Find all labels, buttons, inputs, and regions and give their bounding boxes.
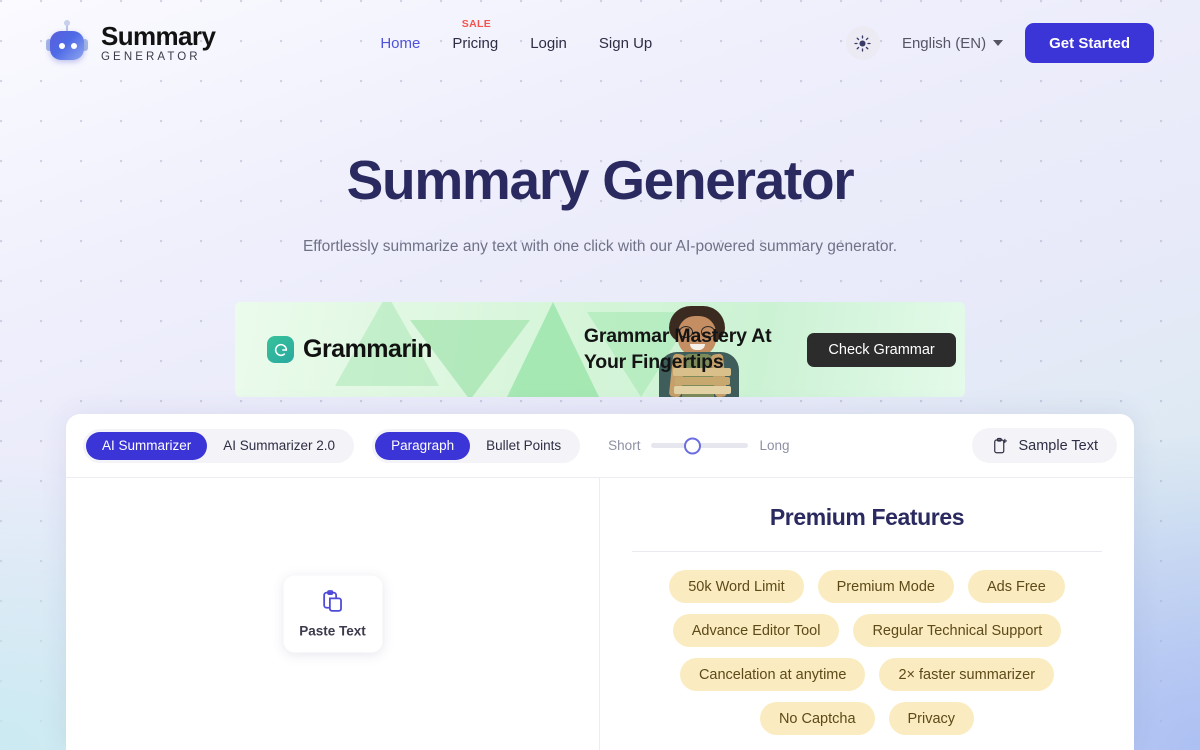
grammarin-ad-banner[interactable]: Grammarin Grammar Mastery At Your Finger… (235, 302, 965, 397)
nav-item-pricing-label: Pricing (452, 34, 499, 52)
brand-name: Summary (101, 20, 216, 51)
nav-item-home[interactable]: Home (380, 35, 420, 52)
feature-pill[interactable]: Regular Technical Support (853, 614, 1062, 647)
get-started-button[interactable]: Get Started (1025, 23, 1154, 63)
brand-subtitle: GENERATOR (101, 50, 201, 63)
paste-text-button[interactable]: Paste Text (283, 575, 382, 653)
language-selector[interactable]: English (EN) (901, 34, 1004, 52)
format-tab-group: Paragraph Bullet Points (372, 428, 581, 463)
feature-pill[interactable]: Ads Free (967, 570, 1065, 603)
length-slider[interactable]: Short Long (608, 437, 790, 454)
nav-item-login[interactable]: Login (530, 35, 567, 52)
header-actions: English (EN) Get Started (845, 23, 1154, 63)
nav-item-signup[interactable]: Sign Up (599, 35, 652, 52)
page-title: Summary Generator (346, 149, 855, 211)
grammarin-brand-name: Grammarin (303, 335, 432, 363)
ad-headline-line1: Grammar Mastery At (583, 324, 772, 347)
sale-badge: SALE (461, 17, 492, 30)
feature-pill[interactable]: Cancelation at anytime (679, 658, 866, 691)
sample-text-label: Sample Text (1018, 437, 1098, 454)
tab-paragraph[interactable]: Paragraph (375, 431, 471, 460)
hero-section: Summary Generator Effortlessly summarize… (0, 86, 1200, 256)
card-body: Paste Text Premium Features 50k Word Lim… (66, 478, 1134, 750)
page-subtitle: Effortlessly summarize any text with one… (302, 238, 898, 255)
theme-toggle-button[interactable] (845, 26, 880, 60)
feature-pill[interactable]: Advance Editor Tool (672, 614, 840, 647)
tab-bullet-points[interactable]: Bullet Points (470, 432, 577, 460)
tab-ai-summarizer-2[interactable]: AI Summarizer 2.0 (207, 432, 351, 460)
language-label: English (EN) (901, 34, 987, 52)
slider-min-label: Short (608, 438, 641, 453)
premium-features-list: 50k Word Limit Premium Mode Ads Free Adv… (632, 570, 1102, 735)
check-grammar-button[interactable]: Check Grammar (807, 332, 956, 367)
nav-item-pricing[interactable]: SALE Pricing (452, 18, 499, 52)
sun-icon (854, 34, 872, 52)
grammarin-logo-icon (267, 336, 294, 363)
main-navigation: Home SALE Pricing Login Sign Up (380, 18, 652, 52)
summarizer-card: AI Summarizer AI Summarizer 2.0 Paragrap… (66, 414, 1134, 750)
premium-features-panel: Premium Features 50k Word Limit Premium … (600, 478, 1134, 750)
feature-pill[interactable]: Privacy (888, 702, 975, 735)
feature-pill[interactable]: 50k Word Limit (669, 570, 804, 603)
feature-pill[interactable]: Premium Mode (817, 570, 954, 603)
clipboard-copy-icon (322, 590, 342, 612)
sample-text-button[interactable]: Sample Text (972, 428, 1117, 463)
summarizer-toolbar: AI Summarizer AI Summarizer 2.0 Paragrap… (66, 414, 1134, 478)
ad-headline: Grammar Mastery At Your Fingertips (584, 324, 772, 375)
chevron-down-icon (993, 40, 1004, 46)
brand-logo[interactable]: Summary GENERATOR (46, 20, 216, 64)
slider-track[interactable] (651, 437, 749, 454)
slider-thumb[interactable] (684, 437, 702, 454)
clipboard-add-icon (994, 437, 1008, 453)
mode-tab-group: AI Summarizer AI Summarizer 2.0 (83, 428, 355, 463)
site-header: Summary GENERATOR Home SALE Pricing Logi… (0, 0, 1200, 86)
feature-pill[interactable]: No Captcha (759, 702, 875, 735)
paste-text-label: Paste Text (299, 623, 366, 639)
grammarin-logo: Grammarin (267, 335, 432, 364)
ad-headline-line2: Your Fingertips (583, 350, 724, 373)
text-editor-area[interactable]: Paste Text (66, 478, 600, 750)
panel-divider (632, 551, 1102, 552)
robot-icon (46, 20, 88, 64)
slider-max-label: Long (759, 438, 790, 453)
tab-ai-summarizer[interactable]: AI Summarizer (86, 431, 208, 460)
feature-pill[interactable]: 2× faster summarizer (879, 658, 1055, 691)
premium-features-title: Premium Features (769, 504, 965, 530)
